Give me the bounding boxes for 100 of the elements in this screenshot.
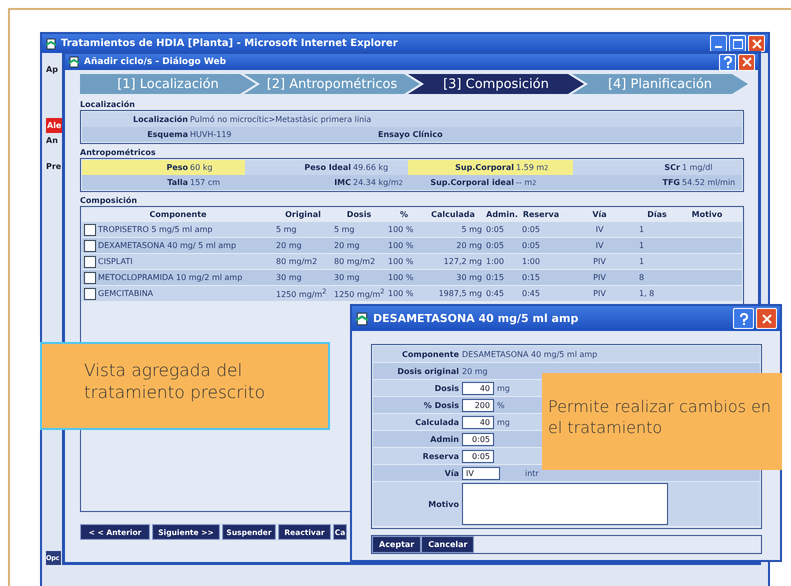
close-icon[interactable]: [748, 35, 765, 52]
column-header: Días: [646, 210, 668, 219]
table-cell: 127,2 mg: [444, 257, 482, 266]
table-cell: 1, 8: [639, 289, 654, 298]
side-tab[interactable]: An: [46, 136, 63, 145]
table-cell: 80 mg/m2: [276, 257, 318, 266]
field-label: Reserva: [422, 452, 460, 460]
checkbox[interactable]: [84, 224, 96, 236]
input-field[interactable]: 40: [462, 382, 494, 394]
dialog-button[interactable]: Cancelar: [421, 536, 474, 553]
table-cell: 20 mg: [334, 241, 360, 250]
table-cell: IV: [596, 241, 604, 250]
table-cell: 100 %: [388, 241, 414, 250]
table-cell: 30 mg: [276, 273, 302, 282]
column-header: Vía: [591, 210, 608, 219]
section-heading: Composición: [80, 196, 138, 205]
field-label: Dosis: [434, 384, 460, 392]
callout-note: Permite realizar cambios en el tratamiento: [542, 373, 782, 470]
input-field[interactable]: 40: [462, 416, 494, 428]
field-value: Pulmó no microcític>Metastàsic primera línia: [189, 115, 372, 124]
column-header: Original: [284, 210, 322, 219]
column-header: Calculada: [430, 210, 476, 219]
field-value: 1 mg/dl: [681, 162, 714, 174]
wizard-step[interactable]: [3] Composición: [408, 74, 584, 94]
section-heading: Antropométricos: [80, 148, 157, 157]
field-label: SCr: [663, 162, 680, 174]
input-field[interactable]: IV: [462, 466, 500, 480]
field-label: Admin: [429, 434, 460, 444]
table-cell: 20 mg: [276, 241, 302, 250]
minimize-icon[interactable]: [710, 35, 727, 52]
field-label: Ensayo Clínico: [378, 130, 443, 139]
checkbox[interactable]: [84, 288, 96, 300]
maximize-icon[interactable]: [729, 35, 746, 52]
column-header: %: [398, 210, 409, 219]
field-label: Peso Ideal: [303, 162, 351, 174]
unit-label: mg: [497, 384, 510, 392]
column-header: Componente: [148, 210, 208, 219]
table-cell: 0:05: [486, 225, 504, 234]
checkbox[interactable]: [84, 256, 96, 268]
table-cell: DEXAMETASONA 40 mg/ 5 ml amp: [98, 241, 236, 250]
field-value: DESAMETASONA 40 mg/5 ml amp: [462, 350, 598, 358]
table-cell: 1: [639, 257, 644, 266]
field-value: 60 kg: [188, 160, 245, 175]
column-header: Motivo: [690, 210, 724, 219]
column-header: Reserva: [522, 210, 560, 219]
field-value: 54.52 ml/min: [681, 177, 734, 189]
reason-field[interactable]: [462, 483, 668, 525]
table-cell: PIV: [593, 289, 606, 298]
input-field[interactable]: 0:05: [462, 432, 494, 446]
table-cell: 100 %: [388, 273, 414, 282]
field-label: IMC: [333, 177, 351, 189]
table-cell: 5 mg: [276, 225, 297, 234]
table-cell: 5 mg: [461, 225, 482, 234]
table-cell: 0:05: [486, 241, 504, 250]
window-title: Tratamientos de HDIA [Planta] - Microsoft Internet Explorer: [61, 38, 398, 49]
table-cell: 0:15: [486, 273, 504, 282]
table-cell: 100 %: [388, 257, 414, 266]
table-cell: 0:45: [486, 289, 504, 298]
close-icon[interactable]: [738, 54, 755, 70]
column-header: Dosis: [346, 210, 372, 219]
table-cell: 1250 mg/m$^{2}$: [334, 290, 385, 300]
dialog-button[interactable]: Aceptar: [372, 536, 422, 553]
field-label: Localización: [132, 115, 188, 124]
unit-label: mg: [497, 418, 510, 426]
close-icon[interactable]: [756, 308, 777, 329]
callout-note: Vista agregada del tratamiento prescrito: [40, 342, 330, 430]
document-icon: [68, 56, 80, 68]
table-cell: 0:15: [522, 273, 540, 282]
field-label: Sup.Corporal ideal: [429, 177, 514, 189]
table-cell: 1: [639, 241, 644, 250]
route-text: intr: [525, 468, 539, 478]
field-value: 20 mg: [462, 366, 488, 376]
field-label: Sup.Corporal: [408, 160, 514, 175]
section-heading: Localización: [80, 100, 136, 109]
table-cell: IV: [596, 225, 604, 234]
table-cell: PIV: [593, 257, 606, 266]
field-label: Vía: [444, 468, 460, 478]
table-cell: 1:00: [486, 257, 504, 266]
table-cell: TROPISETRO 5 mg/5 ml amp: [98, 225, 213, 234]
field-value: 49.66 kg: [352, 162, 390, 174]
field-label: % Dosis: [422, 400, 460, 410]
checkbox[interactable]: [84, 240, 96, 252]
help-icon[interactable]: [719, 54, 736, 70]
table-cell: 80 mg/m2: [334, 257, 376, 266]
side-tab[interactable]: Ap: [46, 65, 63, 74]
column-header: Admin.: [485, 210, 519, 219]
table-cell: 30 mg: [456, 273, 482, 282]
table-cell: 0:05: [522, 225, 540, 234]
field-label: Peso: [82, 160, 188, 175]
input-field[interactable]: 0:05: [462, 450, 494, 462]
dialog-title: Añadir ciclo/s - Diálogo Web: [84, 57, 226, 67]
dialog-title: DESAMETASONA 40 mg/5 ml amp: [373, 312, 578, 325]
section-label: Pre: [46, 162, 62, 171]
input-field[interactable]: 200: [462, 398, 494, 412]
table-cell: PIV: [593, 273, 606, 282]
table-cell: 1250 mg/m$^{2}$: [276, 290, 327, 300]
help-icon[interactable]: [733, 308, 754, 329]
checkbox[interactable]: [84, 272, 96, 284]
field-label: TFG: [662, 177, 680, 189]
table-cell: 1:00: [522, 257, 540, 266]
